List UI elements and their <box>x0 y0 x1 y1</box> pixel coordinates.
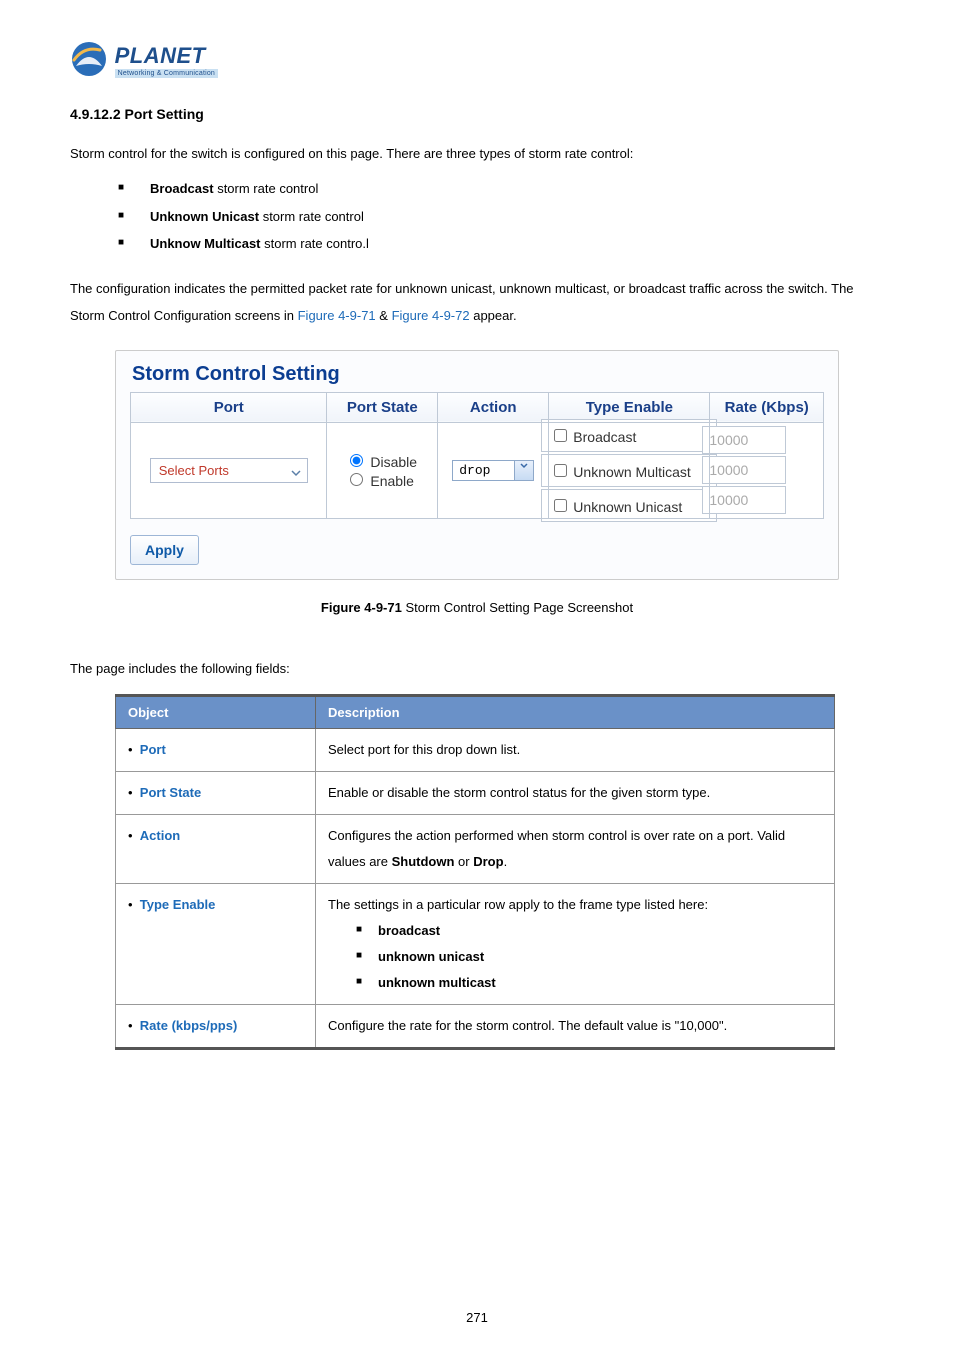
page-number: 271 <box>70 1310 884 1325</box>
chevron-down-icon <box>291 466 301 481</box>
col-port: Port <box>131 392 327 422</box>
col-object: Object <box>116 696 316 729</box>
brand-name: PLANET <box>115 43 218 69</box>
intro-text: Storm control for the switch is configur… <box>70 140 884 167</box>
checkbox-broadcast[interactable]: Broadcast <box>541 419 717 452</box>
action-select[interactable]: drop <box>452 460 534 481</box>
table-row: • Type Enable The settings in a particul… <box>116 884 835 1005</box>
figure-ref-71: Figure 4-9-71 <box>298 308 376 323</box>
globe-icon <box>70 40 108 81</box>
select-ports-dropdown[interactable]: Select Ports <box>150 458 308 483</box>
checkbox-unknown-multicast[interactable]: Unknown Multicast <box>541 454 717 487</box>
config-paragraph: The configuration indicates the permitte… <box>70 275 884 330</box>
radio-disable[interactable]: Disable <box>345 451 429 470</box>
rate-input-unknown-multicast[interactable]: 10000 <box>702 456 786 484</box>
checkbox-unknown-unicast[interactable]: Unknown Unicast <box>541 489 717 522</box>
radio-enable[interactable]: Enable <box>345 470 429 489</box>
table-row: • Port Select port for this drop down li… <box>116 729 835 772</box>
col-rate: Rate (Kbps) <box>710 392 824 422</box>
description-table: Object Description • Port Select port fo… <box>115 694 835 1050</box>
col-type-enable: Type Enable <box>549 392 710 422</box>
figure-caption: Figure 4-9-71 Storm Control Setting Page… <box>70 600 884 615</box>
rate-input-broadcast[interactable]: 10000 <box>702 426 786 454</box>
chevron-down-icon <box>514 461 533 480</box>
apply-button[interactable]: Apply <box>130 535 199 565</box>
col-port-state: Port State <box>327 392 438 422</box>
panel-title: Storm Control Setting <box>132 363 824 386</box>
rate-input-unknown-unicast[interactable]: 10000 <box>702 486 786 514</box>
storm-control-panel: Storm Control Setting Port Port State Ac… <box>115 350 839 580</box>
table-row: • Action Configures the action performed… <box>116 815 835 884</box>
table-row: • Port State Enable or disable the storm… <box>116 772 835 815</box>
section-heading: 4.9.12.2 Port Setting <box>70 106 884 122</box>
col-description: Description <box>316 696 835 729</box>
col-action: Action <box>438 392 549 422</box>
brand-logo: PLANET Networking & Communication <box>70 40 884 81</box>
storm-types-list: Broadcast storm rate control Unknown Uni… <box>70 175 884 257</box>
fields-intro: The page includes the following fields: <box>70 655 884 682</box>
figure-ref-72: Figure 4-9-72 <box>392 308 470 323</box>
table-row: • Rate (kbps/pps) Configure the rate for… <box>116 1005 835 1049</box>
brand-tagline: Networking & Communication <box>115 69 218 78</box>
